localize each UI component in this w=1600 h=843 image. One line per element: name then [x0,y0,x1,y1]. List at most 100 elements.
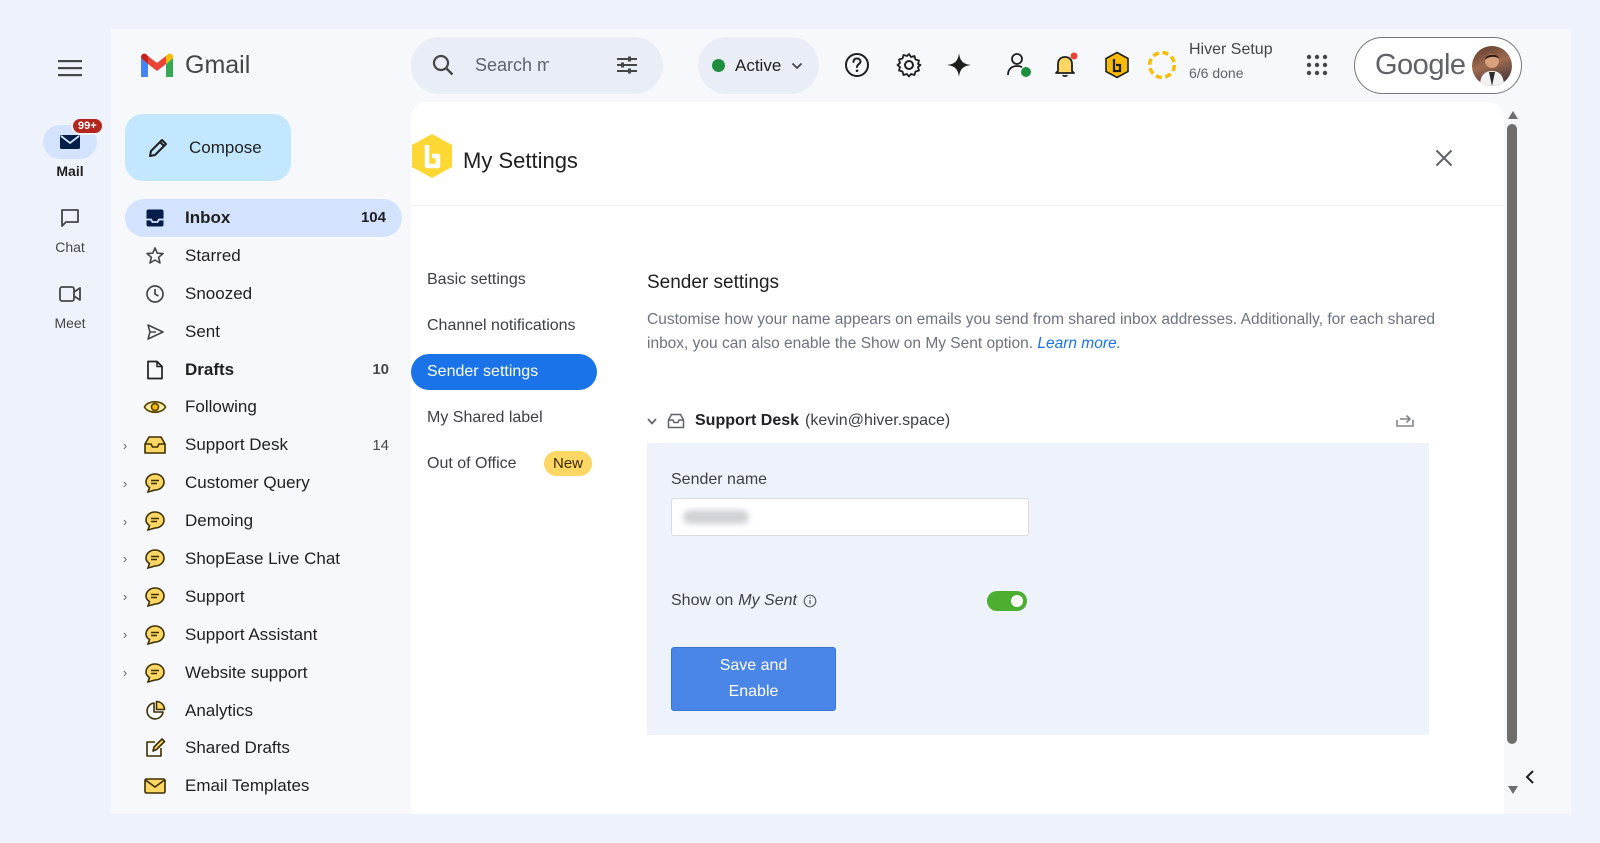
folder-name: Sent [185,321,220,341]
hiver-setup-status[interactable]: Hiver Setup 6/6 done [1189,41,1273,81]
save-and-enable-button[interactable]: Save and Enable [671,647,836,711]
folder-support-desk[interactable]: › Support Desk 14 [123,426,405,464]
search-bar[interactable]: Search m [411,37,663,94]
folder-starred[interactable]: Starred [125,237,405,275]
hiver-setup-progress: 6/6 done [1189,65,1244,81]
folder-inbox[interactable]: Inbox 104 [125,199,402,237]
hiver-logo-icon [411,133,453,184]
nav-label: My Shared label [427,409,543,426]
folder-support[interactable]: › Support [123,578,405,616]
nav-channel-notifications[interactable]: Channel notifications [411,308,601,344]
nav-basic-settings[interactable]: Basic settings [411,262,601,298]
folder-drafts[interactable]: Drafts 10 [125,351,405,389]
nav-my-shared-label[interactable]: My Shared label [411,400,601,436]
expand-chevron-icon[interactable]: › [117,589,133,604]
shared-inbox-row[interactable]: Support Desk (kevin@hiver.space) [647,406,1427,436]
close-icon[interactable] [1429,143,1459,173]
apps-grid-icon[interactable] [1302,50,1332,80]
compose-button[interactable]: Compose [125,114,291,181]
folder-name: Customer Query [185,473,310,493]
expand-chevron-icon[interactable]: › [117,514,133,529]
sender-settings-card: Sender name Show on My Sent Save and Enab… [647,443,1429,735]
folder-shopease-live-chat[interactable]: › ShopEase Live Chat [123,540,405,578]
scroll-up-arrow-icon[interactable] [1508,106,1518,124]
scroll-down-arrow-icon[interactable] [1508,781,1518,799]
chat-bubble-icon [143,585,167,609]
inbox-icon [143,206,167,230]
side-panel-toggle-icon[interactable] [1524,769,1536,790]
folder-snoozed[interactable]: Snoozed [125,275,405,313]
chat-bubble-icon [143,509,167,533]
edit-note-icon [143,736,167,760]
hamburger-icon [58,60,82,77]
folder-list: Inbox 104 Starred Snoozed Sent Drafts 10… [123,199,405,805]
folder-sent[interactable]: Sent [125,313,405,351]
expand-chevron-icon[interactable]: › [117,476,133,491]
app-rail: 99+ Mail Chat Meet [29,29,111,814]
rail-mail[interactable]: 99+ Mail [29,117,111,179]
folder-analytics[interactable]: Analytics [125,692,405,730]
gmail-logo[interactable]: Gmail [139,51,250,80]
notification-bell-icon[interactable] [1051,50,1081,80]
search-input[interactable]: Search m [475,55,549,76]
folder-shared-drafts[interactable]: Shared Drafts [125,729,405,767]
scrollbar-thumb[interactable] [1507,124,1517,744]
folder-name: Following [185,397,257,417]
folder-name: Shared Drafts [185,738,290,758]
show-on-label: Show on [671,592,734,609]
main-menu-button[interactable] [55,53,85,83]
folder-name: Inbox [185,207,231,227]
settings-header: My Settings [411,102,1504,206]
sparkle-icon[interactable] [944,50,974,80]
folder-customer-query[interactable]: › Customer Query [123,464,405,502]
status-label: Active [735,55,782,75]
folder-following[interactable]: Following [125,388,405,426]
google-account-button[interactable]: Google [1354,37,1522,94]
expand-chevron-icon[interactable]: › [117,665,133,680]
folder-support-assistant[interactable]: › Support Assistant [123,616,405,654]
learn-more-link[interactable]: Learn more. [1037,335,1121,352]
search-options-icon[interactable] [615,53,639,82]
save-label: Save and Enable [720,653,788,705]
hiver-badge-icon[interactable] [1102,50,1132,80]
expand-chevron-icon[interactable]: › [117,627,133,642]
expand-chevron-icon[interactable]: › [117,438,133,453]
expand-chevron-icon[interactable]: › [117,551,133,566]
star-icon [143,244,167,268]
collapse-chevron-icon[interactable] [647,414,665,428]
gmail-m-icon [141,53,173,77]
rail-mail-label: Mail [56,163,84,179]
folder-name: Starred [185,245,241,265]
folder-website-support[interactable]: › Website support [123,654,405,692]
compose-label: Compose [189,137,262,157]
info-icon[interactable] [803,594,817,608]
nav-sender-settings[interactable]: Sender settings [411,354,597,390]
rail-chat[interactable]: Chat [29,201,111,255]
settings-gear-icon[interactable] [894,50,924,80]
help-icon[interactable] [842,50,872,80]
user-status-icon[interactable] [1004,50,1034,80]
folder-count: 104 [360,209,386,227]
section-description: Customise how your name appears on email… [647,308,1477,356]
search-icon[interactable] [431,53,455,82]
redacted-value [683,510,749,524]
eye-icon [143,395,167,419]
inbox-tray-icon [667,413,685,429]
nav-out-of-office[interactable]: Out of Office New [411,446,601,482]
folder-name: Website support [185,662,308,682]
folder-name: Support Assistant [185,624,318,644]
folder-email-templates[interactable]: Email Templates [125,767,405,805]
google-wordmark: Google [1375,49,1466,81]
folder-demoing[interactable]: › Demoing [123,502,405,540]
status-selector[interactable]: Active [698,37,819,94]
export-icon[interactable] [1395,410,1415,433]
setup-progress-ring-icon[interactable] [1147,50,1177,80]
gmail-window: 99+ Mail Chat Meet Gmail Compose Inbox 1… [29,29,1571,814]
rail-meet[interactable]: Meet [29,277,111,331]
show-on-my-sent-toggle[interactable] [987,591,1027,611]
folder-name: Support Desk [185,435,288,455]
draft-icon [143,358,167,382]
mail-icon [60,135,80,149]
chat-bubble-icon [143,661,167,685]
chat-bubble-icon [143,547,167,571]
